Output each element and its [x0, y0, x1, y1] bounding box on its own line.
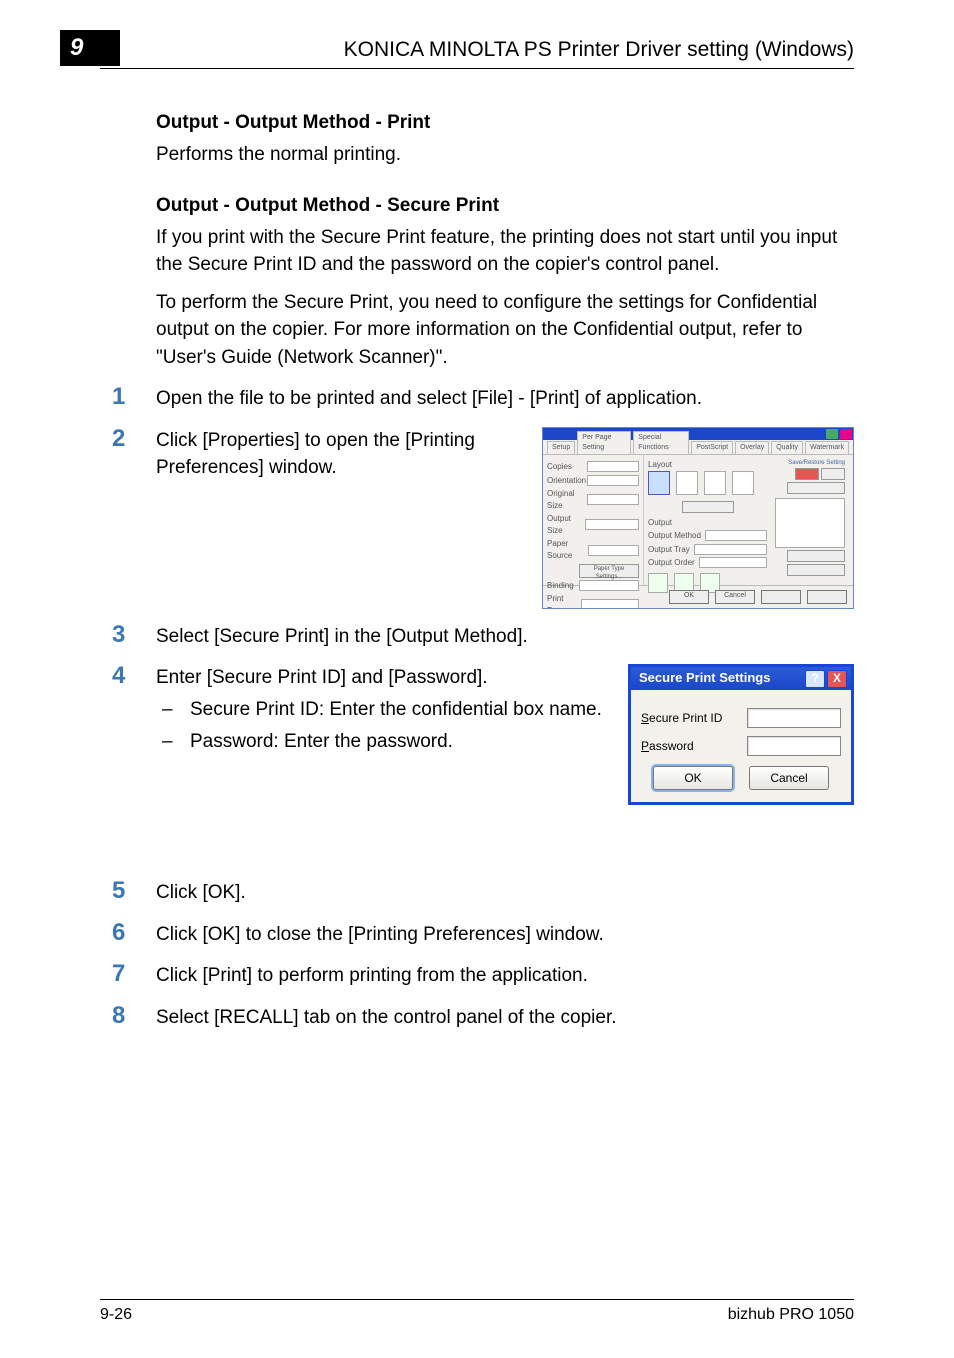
- password-input[interactable]: [747, 736, 841, 756]
- password-label: Password: [641, 738, 694, 755]
- dialog-cancel-button[interactable]: Cancel: [749, 766, 829, 790]
- chapter-number-badge: 9: [60, 30, 120, 66]
- prefs-help-button[interactable]: [807, 590, 847, 604]
- secure-print-id-input[interactable]: [747, 708, 841, 728]
- footer-page-number: 9-26: [100, 1306, 132, 1324]
- printing-preferences-screenshot: SetupPer Page SettingSpecial FunctionsPo…: [542, 427, 854, 609]
- step-1-number: 1: [112, 385, 156, 409]
- step-3-text: Select [Secure Print] in the [Output Met…: [156, 623, 854, 651]
- page-title: KONICA MINOLTA PS Printer Driver setting…: [100, 38, 854, 69]
- step-5-number: 5: [112, 879, 156, 903]
- prefs-cancel-button[interactable]: Cancel: [715, 590, 755, 604]
- dash-bullet: –: [156, 728, 190, 756]
- step-8-number: 8: [112, 1004, 156, 1028]
- footer-product-name: bizhub PRO 1050: [728, 1306, 854, 1324]
- dialog-help-button[interactable]: ?: [805, 670, 825, 688]
- step-6-text: Click [OK] to close the [Printing Prefer…: [156, 921, 854, 949]
- step-7-text: Click [Print] to perform printing from t…: [156, 962, 854, 990]
- step-5-text: Click [OK].: [156, 879, 854, 907]
- dialog-close-button[interactable]: X: [827, 670, 847, 688]
- step-4-sub1: Secure Print ID: Enter the confidential …: [190, 696, 602, 724]
- secure-print-id-label: Secure Print ID: [641, 710, 722, 727]
- step-3-number: 3: [112, 623, 156, 647]
- dialog-ok-button[interactable]: OK: [653, 766, 733, 790]
- step-4-number: 4: [112, 664, 156, 688]
- step-8-text: Select [RECALL] tab on the control panel…: [156, 1004, 854, 1032]
- section1-para: Performs the normal printing.: [156, 141, 854, 169]
- step-2-number: 2: [112, 427, 156, 451]
- step-1-text: Open the file to be printed and select […: [156, 385, 854, 413]
- step-2-text: Click [Properties] to open the [Printing…: [156, 427, 534, 609]
- section2-title: Output - Output Method - Secure Print: [156, 192, 854, 220]
- step-6-number: 6: [112, 921, 156, 945]
- secure-print-settings-dialog: Secure Print Settings ? X Secure Print I…: [628, 664, 854, 805]
- dash-bullet: –: [156, 696, 190, 724]
- section2-para2: To perform the Secure Print, you need to…: [156, 289, 854, 372]
- step-4-text: Enter [Secure Print ID] and [Password].: [156, 664, 620, 692]
- prefs-ok-button[interactable]: OK: [669, 590, 709, 604]
- step-7-number: 7: [112, 962, 156, 986]
- section1-title: Output - Output Method - Print: [156, 109, 854, 137]
- dialog-title: Secure Print Settings: [639, 669, 770, 688]
- step-4-sub2: Password: Enter the password.: [190, 728, 453, 756]
- prefs-apply-button[interactable]: [761, 590, 801, 604]
- section2-para1: If you print with the Secure Print featu…: [156, 224, 854, 279]
